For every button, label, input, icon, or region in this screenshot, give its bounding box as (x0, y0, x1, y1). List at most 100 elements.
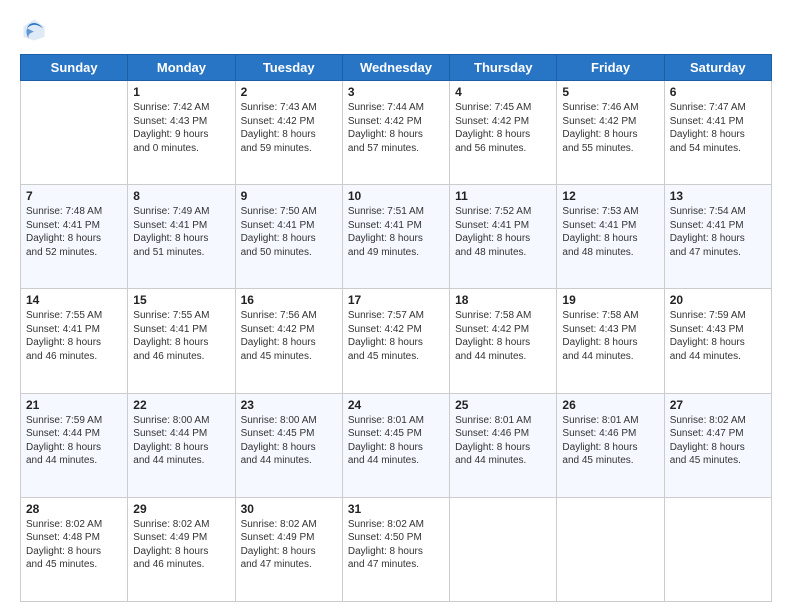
calendar-week-row: 28 Sunrise: 8:02 AM Sunset: 4:48 PM Dayli… (21, 497, 772, 601)
cell-info: Sunrise: 8:00 AM Sunset: 4:45 PM Dayligh… (241, 414, 337, 468)
calendar-cell: 3 Sunrise: 7:44 AM Sunset: 4:42 PM Daylig… (342, 81, 449, 185)
header (20, 16, 772, 44)
calendar-cell (557, 497, 664, 601)
calendar-cell: 5Sunrise: 7:46 AM Sunset: 4:42 PM Daylig… (557, 81, 664, 185)
cell-info: Sunrise: 8:02 AM Sunset: 4:49 PM Dayligh… (241, 518, 337, 572)
calendar-cell: 8 Sunrise: 7:49 AM Sunset: 4:41 PM Daylig… (128, 185, 235, 289)
cell-info: Sunrise: 8:02 AM Sunset: 4:50 PM Dayligh… (348, 518, 444, 572)
cell-info: Sunrise: 7:47 AM Sunset: 4:41 PM Dayligh… (670, 101, 766, 155)
day-number: 1 (133, 85, 229, 99)
day-number: 9 (241, 189, 337, 203)
calendar-cell: 19 Sunrise: 7:58 AM Sunset: 4:43 PM Dayli… (557, 289, 664, 393)
cell-info: Sunrise: 7:54 AM Sunset: 4:41 PM Dayligh… (670, 205, 766, 259)
page: SundayMondayTuesdayWednesdayThursdayFrid… (0, 0, 792, 612)
day-number: 6 (670, 85, 766, 99)
calendar-cell (450, 497, 557, 601)
day-number: 26 (562, 398, 658, 412)
calendar-cell: 26 Sunrise: 8:01 AM Sunset: 4:46 PM Dayli… (557, 393, 664, 497)
cell-info: Sunrise: 7:55 AM Sunset: 4:41 PM Dayligh… (26, 309, 122, 363)
cell-info: Sunrise: 7:59 AM Sunset: 4:44 PM Dayligh… (26, 414, 122, 468)
col-header-sunday: Sunday (21, 55, 128, 81)
day-number: 17 (348, 293, 444, 307)
calendar-week-row: 7Sunrise: 7:48 AM Sunset: 4:41 PM Daylig… (21, 185, 772, 289)
calendar-week-row: 1 Sunrise: 7:42 AM Sunset: 4:43 PM Daylig… (21, 81, 772, 185)
calendar-cell: 1 Sunrise: 7:42 AM Sunset: 4:43 PM Daylig… (128, 81, 235, 185)
calendar-cell: 17 Sunrise: 7:57 AM Sunset: 4:42 PM Dayli… (342, 289, 449, 393)
day-number: 19 (562, 293, 658, 307)
calendar-week-row: 14 Sunrise: 7:55 AM Sunset: 4:41 PM Dayli… (21, 289, 772, 393)
day-number: 8 (133, 189, 229, 203)
cell-info: Sunrise: 7:53 AM Sunset: 4:41 PM Dayligh… (562, 205, 658, 259)
day-number: 7 (26, 189, 122, 203)
day-number: 27 (670, 398, 766, 412)
col-header-saturday: Saturday (664, 55, 771, 81)
cell-info: Sunrise: 8:01 AM Sunset: 4:45 PM Dayligh… (348, 414, 444, 468)
cell-info: Sunrise: 7:52 AM Sunset: 4:41 PM Dayligh… (455, 205, 551, 259)
col-header-wednesday: Wednesday (342, 55, 449, 81)
cell-info: Sunrise: 7:50 AM Sunset: 4:41 PM Dayligh… (241, 205, 337, 259)
calendar-cell: 13 Sunrise: 7:54 AM Sunset: 4:41 PM Dayli… (664, 185, 771, 289)
cell-info: Sunrise: 7:56 AM Sunset: 4:42 PM Dayligh… (241, 309, 337, 363)
col-header-friday: Friday (557, 55, 664, 81)
calendar-cell: 12Sunrise: 7:53 AM Sunset: 4:41 PM Dayli… (557, 185, 664, 289)
calendar-cell: 28 Sunrise: 8:02 AM Sunset: 4:48 PM Dayli… (21, 497, 128, 601)
day-number: 21 (26, 398, 122, 412)
day-number: 31 (348, 502, 444, 516)
calendar-cell: 11 Sunrise: 7:52 AM Sunset: 4:41 PM Dayli… (450, 185, 557, 289)
day-number: 24 (348, 398, 444, 412)
day-number: 10 (348, 189, 444, 203)
cell-info: Sunrise: 7:58 AM Sunset: 4:42 PM Dayligh… (455, 309, 551, 363)
calendar-cell: 20Sunrise: 7:59 AM Sunset: 4:43 PM Dayli… (664, 289, 771, 393)
col-header-monday: Monday (128, 55, 235, 81)
cell-info: Sunrise: 7:44 AM Sunset: 4:42 PM Dayligh… (348, 101, 444, 155)
calendar-week-row: 21 Sunrise: 7:59 AM Sunset: 4:44 PM Dayli… (21, 393, 772, 497)
cell-info: Sunrise: 8:02 AM Sunset: 4:48 PM Dayligh… (26, 518, 122, 572)
calendar-cell: 24 Sunrise: 8:01 AM Sunset: 4:45 PM Dayli… (342, 393, 449, 497)
day-number: 3 (348, 85, 444, 99)
day-number: 11 (455, 189, 551, 203)
col-header-tuesday: Tuesday (235, 55, 342, 81)
cell-info: Sunrise: 7:43 AM Sunset: 4:42 PM Dayligh… (241, 101, 337, 155)
day-number: 23 (241, 398, 337, 412)
cell-info: Sunrise: 7:59 AM Sunset: 4:43 PM Dayligh… (670, 309, 766, 363)
calendar-cell: 27Sunrise: 8:02 AM Sunset: 4:47 PM Dayli… (664, 393, 771, 497)
day-number: 4 (455, 85, 551, 99)
day-number: 16 (241, 293, 337, 307)
calendar-cell: 9 Sunrise: 7:50 AM Sunset: 4:41 PM Daylig… (235, 185, 342, 289)
calendar-table: SundayMondayTuesdayWednesdayThursdayFrid… (20, 54, 772, 602)
cell-info: Sunrise: 8:00 AM Sunset: 4:44 PM Dayligh… (133, 414, 229, 468)
calendar-cell: 30 Sunrise: 8:02 AM Sunset: 4:49 PM Dayli… (235, 497, 342, 601)
calendar-cell: 4Sunrise: 7:45 AM Sunset: 4:42 PM Daylig… (450, 81, 557, 185)
cell-info: Sunrise: 7:49 AM Sunset: 4:41 PM Dayligh… (133, 205, 229, 259)
calendar-cell: 15Sunrise: 7:55 AM Sunset: 4:41 PM Dayli… (128, 289, 235, 393)
calendar-cell: 14 Sunrise: 7:55 AM Sunset: 4:41 PM Dayli… (21, 289, 128, 393)
logo-icon (20, 16, 48, 44)
calendar-cell: 6 Sunrise: 7:47 AM Sunset: 4:41 PM Daylig… (664, 81, 771, 185)
cell-info: Sunrise: 7:42 AM Sunset: 4:43 PM Dayligh… (133, 101, 229, 155)
day-number: 28 (26, 502, 122, 516)
cell-info: Sunrise: 7:57 AM Sunset: 4:42 PM Dayligh… (348, 309, 444, 363)
logo (20, 16, 52, 44)
day-number: 18 (455, 293, 551, 307)
day-number: 30 (241, 502, 337, 516)
cell-info: Sunrise: 8:01 AM Sunset: 4:46 PM Dayligh… (562, 414, 658, 468)
calendar-cell (21, 81, 128, 185)
calendar-header-row: SundayMondayTuesdayWednesdayThursdayFrid… (21, 55, 772, 81)
day-number: 25 (455, 398, 551, 412)
day-number: 15 (133, 293, 229, 307)
day-number: 13 (670, 189, 766, 203)
calendar-cell: 18 Sunrise: 7:58 AM Sunset: 4:42 PM Dayli… (450, 289, 557, 393)
day-number: 2 (241, 85, 337, 99)
calendar-cell: 25 Sunrise: 8:01 AM Sunset: 4:46 PM Dayli… (450, 393, 557, 497)
calendar-cell: 2 Sunrise: 7:43 AM Sunset: 4:42 PM Daylig… (235, 81, 342, 185)
day-number: 29 (133, 502, 229, 516)
cell-info: Sunrise: 7:51 AM Sunset: 4:41 PM Dayligh… (348, 205, 444, 259)
col-header-thursday: Thursday (450, 55, 557, 81)
cell-info: Sunrise: 7:58 AM Sunset: 4:43 PM Dayligh… (562, 309, 658, 363)
day-number: 22 (133, 398, 229, 412)
calendar-cell: 7Sunrise: 7:48 AM Sunset: 4:41 PM Daylig… (21, 185, 128, 289)
day-number: 14 (26, 293, 122, 307)
calendar-cell: 31 Sunrise: 8:02 AM Sunset: 4:50 PM Dayli… (342, 497, 449, 601)
calendar-cell: 16 Sunrise: 7:56 AM Sunset: 4:42 PM Dayli… (235, 289, 342, 393)
cell-info: Sunrise: 8:01 AM Sunset: 4:46 PM Dayligh… (455, 414, 551, 468)
